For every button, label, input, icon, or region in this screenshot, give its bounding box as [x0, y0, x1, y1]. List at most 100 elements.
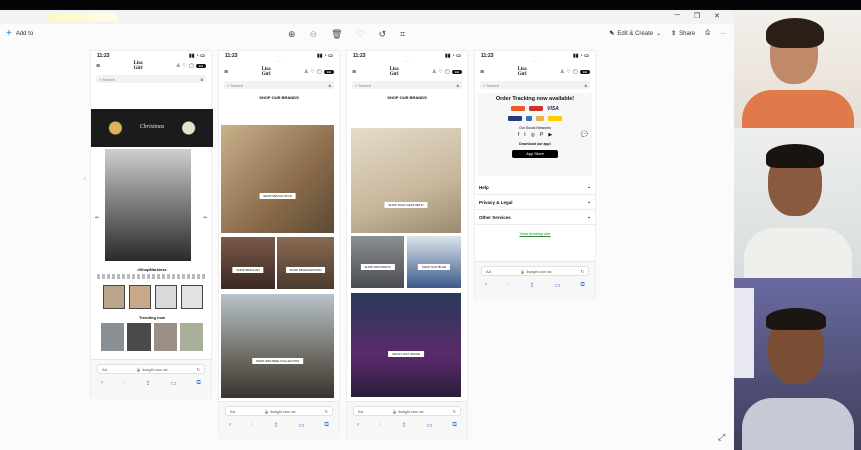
camera-icon[interactable]: ◙ [201, 77, 203, 82]
crop-icon[interactable]: ⌗ [400, 29, 405, 40]
trending-item[interactable] [153, 323, 177, 351]
pinterest-icon[interactable]: P [540, 132, 543, 138]
share-icon[interactable]: ⇪ [401, 422, 406, 429]
zoom-out-icon[interactable]: ⊖ [310, 29, 318, 40]
brand-button[interactable]: SHOP REVOLUTION [259, 193, 296, 199]
text-size-button[interactable]: AA [102, 367, 107, 372]
menu-icon[interactable]: ≡ [352, 69, 356, 76]
brand-tile-hot-blue[interactable]: SHOP HOT BLUE [407, 236, 461, 288]
brand-button[interactable]: SHOP DAILY AESTHETIC [384, 202, 428, 208]
site-logo[interactable]: Lisa Girl [261, 67, 270, 77]
heart-icon[interactable]: ♡ [183, 63, 187, 69]
accordion-privacy[interactable]: Privacy & Legal ⌄ [475, 195, 595, 210]
thumbnail[interactable] [103, 285, 125, 309]
brand-tile-denim[interactable]: SHOP DENIM EDITION [277, 237, 334, 289]
model-photo[interactable] [105, 149, 191, 261]
facebook-icon[interactable]: f [518, 132, 519, 138]
tabs-icon[interactable]: ⧉ [325, 422, 329, 429]
forward-icon[interactable]: › [379, 422, 381, 429]
text-size-button[interactable]: AA [230, 409, 235, 414]
thumbnail[interactable] [129, 285, 151, 309]
expand-icon[interactable]: ⤢ [718, 432, 725, 443]
thumbnail[interactable] [181, 285, 203, 309]
scroll-left-arrow[interactable]: ‹ [84, 176, 86, 182]
carousel-prev-icon[interactable]: ⇐ [95, 215, 99, 221]
heart-icon[interactable]: ♡ [567, 69, 571, 75]
chat-icon[interactable]: 💬 [581, 131, 588, 138]
accordion-help[interactable]: Help ⌄ [475, 180, 595, 195]
forward-icon[interactable]: › [251, 422, 253, 429]
video-tile-participant-2[interactable] [734, 128, 861, 278]
view-desktop-link[interactable]: View desktop site [475, 231, 595, 236]
camera-icon[interactable]: ◙ [585, 83, 587, 88]
url-bar[interactable]: AA 🔒 lisagirl.com.tw ↻ [353, 406, 461, 416]
brand-button[interactable]: SHOP DENIM EDITION [285, 267, 326, 273]
more-button[interactable]: ··· [720, 31, 726, 37]
search-input[interactable]: ⌕ Search ◙ [224, 81, 334, 89]
tabs-icon[interactable]: ⧉ [453, 422, 457, 429]
zoom-in-icon[interactable]: ⊕ [288, 29, 296, 40]
brand-tile-revolution[interactable]: SHOP REVOLUTION [221, 125, 334, 233]
add-to-button[interactable]: + Add to [6, 29, 33, 39]
forward-icon[interactable]: › [123, 380, 125, 387]
twitter-icon[interactable]: t [524, 132, 525, 138]
cart-pill[interactable]: ●● [451, 70, 462, 74]
cart-pill[interactable]: ●● [579, 70, 590, 74]
trending-item[interactable] [179, 323, 203, 351]
reload-icon[interactable]: ↻ [325, 409, 328, 414]
bookmarks-icon[interactable]: ▭ [299, 422, 305, 429]
cart-pill[interactable]: ●● [323, 70, 334, 74]
search-input[interactable]: ⌕ Search ◙ [480, 81, 590, 89]
tabs-icon[interactable]: ⧉ [197, 380, 201, 387]
url-bar[interactable]: AA 🔒 lisagirl.com.tw ↻ [481, 266, 589, 276]
search-input[interactable]: ⌕ Search ◙ [352, 81, 462, 89]
url-bar[interactable]: AA 🔒 lisagirl.com.tw ↻ [97, 364, 205, 374]
search-input[interactable]: ⌕ Search ◙ [96, 75, 206, 83]
menu-icon[interactable]: ≡ [96, 63, 100, 70]
favorite-icon[interactable]: ♡ [357, 29, 365, 40]
heart-icon[interactable]: ♡ [439, 69, 443, 75]
brand-tile-binglian[interactable]: SHOP BINGLIAN [221, 237, 275, 289]
order-tracking-title[interactable]: Order Tracking now available! [478, 93, 592, 102]
brand-tile-weltree[interactable]: SHOP WELTREE COLLECTION [221, 294, 334, 398]
rotate-icon[interactable]: ↺ [379, 29, 387, 40]
text-size-button[interactable]: AA [358, 409, 363, 414]
edit-create-button[interactable]: ✎ Edit & Create ⌄ [609, 30, 661, 38]
brand-button[interactable]: SHOP WALKWAYS [360, 264, 395, 270]
site-logo[interactable]: Lisa Girl [389, 67, 398, 77]
minimize-icon[interactable]: ─ [675, 12, 680, 20]
site-logo[interactable]: Lisa Girl [517, 67, 526, 77]
user-icon[interactable]: ♙ [176, 63, 180, 69]
camera-icon[interactable]: ◙ [329, 83, 331, 88]
carousel-next-icon[interactable]: ⇒ [203, 215, 207, 221]
user-icon[interactable]: ♙ [432, 69, 436, 75]
video-tile-participant-1[interactable] [734, 10, 861, 128]
url-bar[interactable]: AA 🔒 lisagirl.com.tw ↻ [225, 406, 333, 416]
back-icon[interactable]: ‹ [357, 422, 359, 429]
bookmarks-icon[interactable]: ▭ [171, 380, 177, 387]
bag-icon[interactable]: ▢ [317, 69, 322, 75]
close-icon[interactable]: ✕ [714, 12, 720, 20]
back-icon[interactable]: ‹ [101, 380, 103, 387]
instagram-icon[interactable]: ◎ [531, 132, 535, 138]
brand-button[interactable]: SHOP LOST SPACE [388, 351, 424, 357]
brand-button[interactable]: SHOP BINGLIAN [232, 267, 264, 273]
brand-button[interactable]: SHOP HOT BLUE [417, 264, 451, 270]
restore-icon[interactable]: ❐ [694, 12, 700, 20]
forward-icon[interactable]: › [507, 282, 509, 289]
app-store-button[interactable]: App Store [512, 150, 558, 158]
menu-icon[interactable]: ≡ [224, 69, 228, 76]
menu-icon[interactable]: ≡ [480, 69, 484, 76]
cart-pill[interactable]: ●● [195, 64, 206, 68]
bag-icon[interactable]: ▢ [189, 63, 194, 69]
accordion-other-services[interactable]: Other Services ⌄ [475, 210, 595, 225]
text-size-button[interactable]: AA [486, 269, 491, 274]
trending-item[interactable] [101, 323, 125, 351]
share-button[interactable]: ⇪ Share [671, 30, 695, 38]
trending-item[interactable] [127, 323, 151, 351]
camera-icon[interactable]: ◙ [457, 83, 459, 88]
user-icon[interactable]: ♙ [304, 69, 308, 75]
back-icon[interactable]: ‹ [485, 282, 487, 289]
brand-tile-walkways[interactable]: SHOP WALKWAYS [351, 236, 404, 288]
bookmarks-icon[interactable]: ▭ [427, 422, 433, 429]
